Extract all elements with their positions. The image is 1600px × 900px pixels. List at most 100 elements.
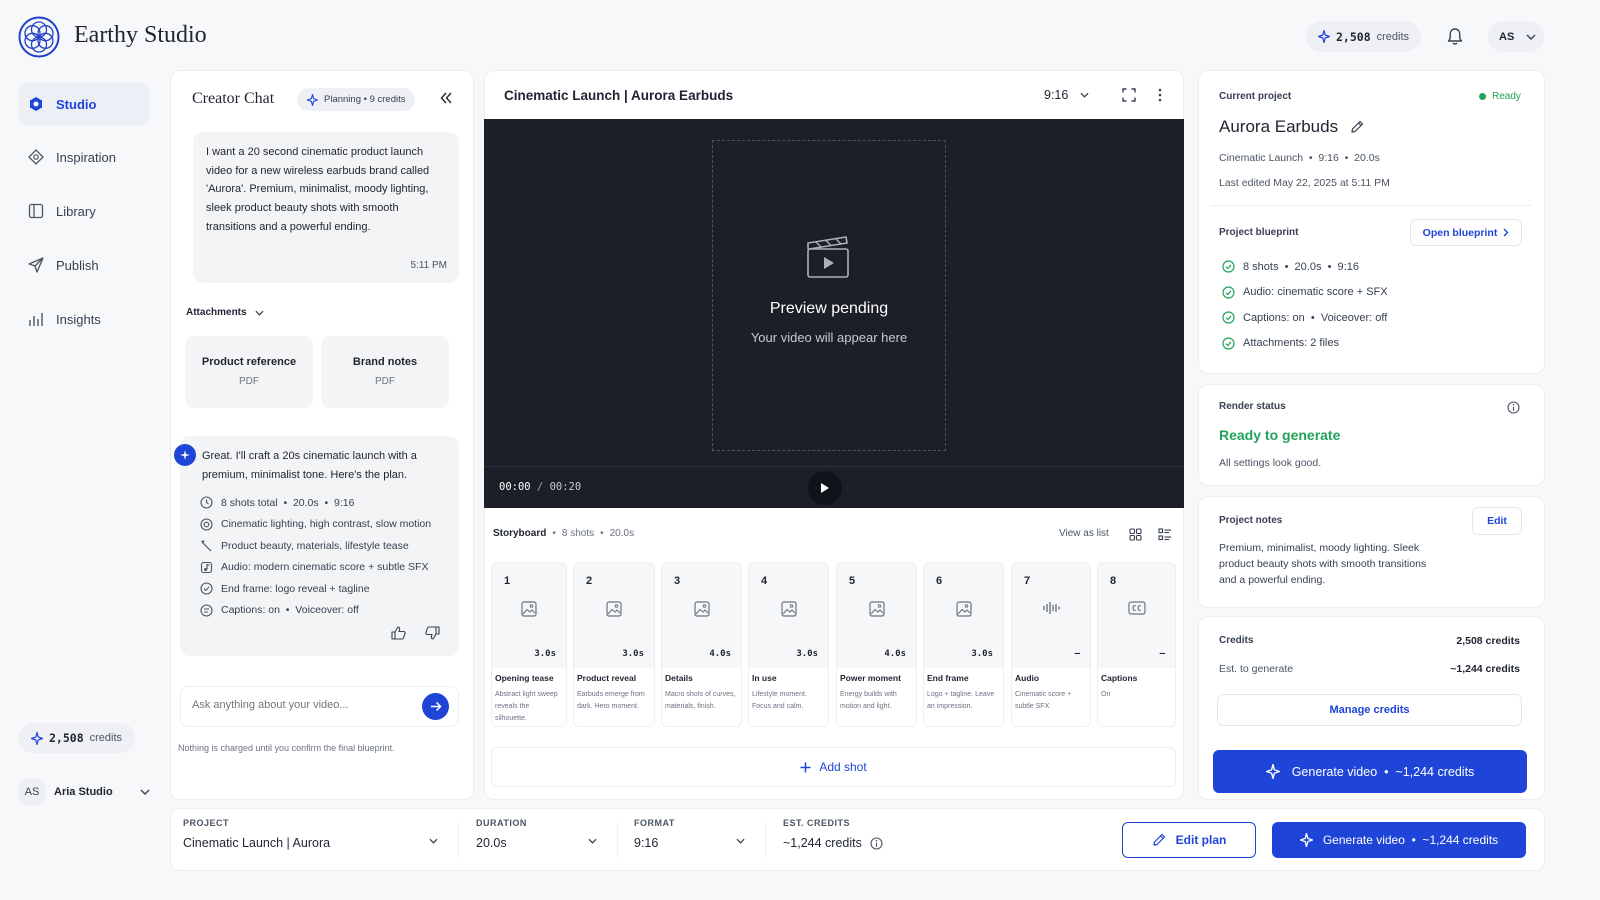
plan-item: Captions: on • Voiceover: off xyxy=(200,600,455,622)
clock-icon xyxy=(200,496,213,509)
view-as-list-link[interactable]: View as list xyxy=(1059,528,1109,539)
divider xyxy=(765,822,766,858)
user-menu[interactable]: AS xyxy=(1488,21,1544,52)
time-total: 00:20 xyxy=(549,481,582,493)
storyboard-shot-card[interactable]: 3 4.0s Details Macro shots of curves, mater… xyxy=(661,562,742,727)
preview-placeholder xyxy=(712,140,946,451)
bottom-generate-button[interactable]: Generate video • ~1,244 credits xyxy=(1272,822,1526,858)
sidebar-credits-pill[interactable]: 2,508 credits xyxy=(18,723,136,753)
plan-list: 8 shots total • 20.0s • 9:16 Cinematic l… xyxy=(200,492,455,621)
edit-plan-button[interactable]: Edit plan xyxy=(1122,822,1256,858)
image-icon xyxy=(693,601,710,617)
send-button[interactable] xyxy=(422,693,449,720)
project-notes-text: Premium, minimalist, moody lighting. Sle… xyxy=(1219,542,1427,586)
shot-number: 2 xyxy=(586,575,593,587)
collapse-panel-icon[interactable] xyxy=(440,92,452,104)
bell-icon[interactable] xyxy=(1446,27,1464,46)
preview-pending-title: Preview pending xyxy=(769,300,889,317)
storyboard-shot-card[interactable]: 6 3.0s End frame Logo + tagline. Leave an i… xyxy=(923,562,1004,727)
generate-video-label: Generate video • ~1,244 credits xyxy=(1291,764,1475,779)
storyboard-shot-card[interactable]: 4 3.0s In use Lifestyle moment. Focus and c… xyxy=(748,562,829,727)
generate-video-button[interactable]: Generate video • ~1,244 credits xyxy=(1213,750,1527,793)
plan-item-text: Cinematic lighting, high contrast, slow … xyxy=(221,518,432,531)
lightning-icon xyxy=(1318,30,1330,43)
storyboard-shot-card[interactable]: 2 3.0s Product reveal Earbuds emerge from d… xyxy=(573,562,655,727)
sidebar-item-library[interactable]: Library xyxy=(18,190,150,232)
play-button[interactable] xyxy=(808,471,842,505)
sidebar-credits-value: 2,508 xyxy=(49,731,84,745)
sidebar-item-insights[interactable]: Insights xyxy=(18,298,150,340)
publish-icon xyxy=(28,257,44,273)
credits-label: Credits xyxy=(1219,635,1254,646)
format-select[interactable]: FORMAT 9:16 xyxy=(634,818,750,850)
sidebar-item-publish[interactable]: Publish xyxy=(18,244,150,286)
user-message-time: 5:11 PM xyxy=(410,260,448,271)
plan-item: Product beauty, materials, lifestyle tea… xyxy=(200,535,455,557)
edit-notes-button[interactable]: Edit xyxy=(1472,507,1522,535)
chat-input[interactable] xyxy=(192,699,412,711)
manage-credits-button[interactable]: Manage credits xyxy=(1217,694,1522,726)
blueprint-item-text: Attachments: 2 files xyxy=(1243,337,1339,350)
image-icon xyxy=(780,601,797,617)
chat-input-box[interactable] xyxy=(180,686,459,727)
list-view-icon[interactable] xyxy=(1158,528,1172,541)
storyboard-shot-card[interactable]: 1 3.0s Opening tease Abstract light sweep r… xyxy=(491,562,567,727)
plus-icon xyxy=(800,762,811,773)
attachments-toggle[interactable]: Attachments xyxy=(186,307,264,318)
shot-description: Abstract light sweep reveals the silhoue… xyxy=(495,691,558,722)
sidebar-item-label: Studio xyxy=(56,96,97,112)
blueprint-label: Project blueprint xyxy=(1219,227,1299,238)
render-status-label: Render status xyxy=(1219,401,1286,412)
blueprint-item-text: 8 shots • 20.0s • 9:16 xyxy=(1243,260,1359,273)
header-credits-pill[interactable]: 2,508 credits xyxy=(1306,21,1422,52)
storyboard-shots-count: 8 shots xyxy=(561,528,595,539)
info-icon[interactable] xyxy=(870,836,883,850)
info-icon[interactable] xyxy=(1507,401,1520,414)
pencil-icon xyxy=(1152,833,1166,847)
status-badge: Ready xyxy=(1479,91,1521,102)
attachment-title: Brand notes xyxy=(352,356,418,368)
shot-duration: 3.0s xyxy=(534,649,556,659)
shot-number: 6 xyxy=(936,575,943,587)
render-status-sub: All settings look good. xyxy=(1219,457,1322,469)
player-divider xyxy=(484,466,1184,467)
fullscreen-icon[interactable] xyxy=(1122,88,1136,102)
chat-title: Creator Chat xyxy=(192,90,275,107)
plan-item-text: End frame: logo reveal + tagline xyxy=(221,582,370,595)
blueprint-item: Captions: on • Voiceover: off xyxy=(1222,305,1512,331)
sidebar-credits-label: credits xyxy=(89,732,123,744)
ai-message-bubble: Great. I'll craft a 20s cinematic launch… xyxy=(180,436,459,656)
project-select[interactable]: PROJECT Cinematic Launch | Aurora xyxy=(183,818,443,850)
logo-icon xyxy=(18,16,60,58)
grid-view-icon[interactable] xyxy=(1129,528,1142,541)
lightning-icon xyxy=(31,731,43,745)
aspect-value: 9:16 xyxy=(1044,88,1069,102)
image-icon xyxy=(868,601,885,617)
check-circle-icon xyxy=(1222,286,1235,299)
attachment-card[interactable]: Product reference PDF xyxy=(185,336,313,408)
attachment-card[interactable]: Brand notes PDF xyxy=(321,336,449,408)
duration-select[interactable]: DURATION 20.0s xyxy=(476,818,602,850)
shot-duration: – xyxy=(1074,649,1080,659)
sidebar-item-studio[interactable]: Studio xyxy=(18,83,150,125)
sparkle-icon xyxy=(1265,764,1280,779)
est-generate-value: ~1,244 credits xyxy=(1450,663,1520,675)
storyboard-duration: 20.0s xyxy=(609,528,635,539)
more-options-icon[interactable] xyxy=(1158,88,1162,102)
divider xyxy=(1211,205,1532,206)
open-blueprint-button[interactable]: Open blueprint xyxy=(1410,219,1522,246)
ai-sparkle-icon xyxy=(174,444,196,466)
user-account[interactable]: AS Aria Studio xyxy=(18,776,150,808)
pencil-icon[interactable] xyxy=(1350,120,1364,134)
storyboard-shot-card[interactable]: 5 4.0s Power moment Energy builds with moti… xyxy=(836,562,917,727)
storyboard-shot-card[interactable]: 8 – Captions On xyxy=(1097,562,1176,727)
storyboard-shot-card[interactable]: 7 – Audio Cinematic score + subtle SFX xyxy=(1011,562,1091,727)
blueprint-item-text: Audio: cinematic score + SFX xyxy=(1243,286,1388,299)
plan-item-text: Captions: on • Voiceover: off xyxy=(221,604,359,617)
aspect-select[interactable]: 9:16 xyxy=(1044,88,1089,102)
sidebar-item-inspiration[interactable]: Inspiration xyxy=(18,136,150,178)
add-shot-button[interactable]: Add shot xyxy=(491,747,1176,787)
thumbs-down-icon[interactable] xyxy=(425,626,440,640)
chevron-down-icon xyxy=(255,310,264,316)
thumbs-up-icon[interactable] xyxy=(391,626,406,640)
